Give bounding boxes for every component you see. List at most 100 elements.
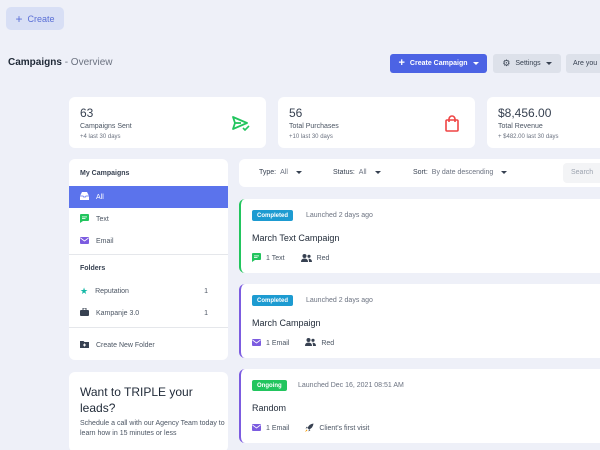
chevron-down-icon bbox=[295, 171, 302, 174]
campaign-channel-label: 1 Text bbox=[266, 255, 285, 262]
launch-time: Launched 2 days ago bbox=[306, 212, 373, 219]
rocket-icon bbox=[305, 423, 314, 434]
folder-item-kampanje[interactable]: Kampanje 3.0 1 bbox=[69, 302, 228, 324]
folders-heading: Folders bbox=[80, 265, 106, 272]
campaign-meta: 1 Email Red bbox=[252, 338, 334, 348]
stat-delta: +10 last 30 days bbox=[289, 134, 333, 140]
stat-label: Campaigns Sent bbox=[80, 123, 132, 130]
search-input[interactable]: Search bbox=[563, 163, 600, 183]
campaign-meta: 1 Text Red bbox=[252, 253, 329, 264]
folder-count: 1 bbox=[204, 309, 208, 317]
inbox-icon bbox=[80, 192, 89, 202]
stat-value: $8,456.00 bbox=[498, 106, 552, 120]
type-filter-value: All bbox=[280, 169, 288, 176]
sidebar-item-label: Text bbox=[96, 215, 109, 223]
stat-card-total-purchases: 56 Total Purchases +10 last 30 days bbox=[278, 97, 475, 148]
are-you-button[interactable]: Are you bbox=[566, 54, 600, 73]
create-button[interactable]: + Create bbox=[6, 7, 64, 30]
page-title-sub: - Overview bbox=[64, 57, 113, 68]
campaign-card[interactable]: Ongoing Launched Dec 16, 2021 08:51 AM R… bbox=[239, 369, 600, 443]
sort-filter-value: By date descending bbox=[431, 169, 494, 176]
chevron-down-icon bbox=[545, 62, 552, 65]
status-badge: Completed bbox=[252, 295, 294, 306]
campaign-audience: Red bbox=[305, 338, 334, 348]
stat-label: Total Purchases bbox=[289, 123, 339, 130]
campaign-name: March Text Campaign bbox=[252, 233, 340, 243]
filter-bar: Type: All Status: All Sort: By date desc… bbox=[239, 159, 600, 187]
status-filter-value: All bbox=[358, 169, 367, 176]
sidebar-item-label: Email bbox=[96, 237, 114, 245]
campaign-channel-label: 1 Email bbox=[266, 425, 290, 432]
stat-value: 63 bbox=[80, 106, 94, 120]
create-campaign-button[interactable]: + Create Campaign bbox=[390, 54, 487, 73]
campaign-audience-label: Red bbox=[316, 255, 330, 262]
promo-card[interactable]: Want to TRIPLE your leads? Schedule a ca… bbox=[69, 372, 228, 450]
folder-item-reputation[interactable]: ★ Reputation 1 bbox=[69, 280, 228, 302]
create-new-folder-label: Create New Folder bbox=[96, 341, 155, 349]
mail-icon bbox=[252, 424, 261, 433]
mail-icon bbox=[80, 236, 89, 246]
are-you-label: Are you bbox=[573, 60, 598, 67]
settings-button[interactable]: ⚙ Settings bbox=[493, 54, 561, 73]
stat-delta: + $482.00 last 30 days bbox=[498, 134, 559, 140]
campaign-card[interactable]: Completed Launched 2 days ago March Text… bbox=[239, 199, 600, 273]
campaign-name: Random bbox=[252, 403, 287, 413]
campaign-sidebar: My Campaigns All Text Email Folders ★ Re… bbox=[69, 159, 228, 360]
briefcase-icon bbox=[80, 307, 89, 318]
stat-card-campaigns-sent: 63 Campaigns Sent +4 last 30 days bbox=[69, 97, 266, 148]
sidebar-item-text[interactable]: Text bbox=[69, 208, 228, 230]
create-button-label: Create bbox=[27, 13, 55, 24]
chevron-down-icon bbox=[374, 171, 381, 174]
launch-time: Launched 2 days ago bbox=[306, 297, 373, 304]
status-filter[interactable]: Status: All bbox=[333, 169, 381, 176]
plus-icon: + bbox=[15, 11, 23, 26]
stat-card-total-revenue: $8,456.00 Total Revenue + $482.00 last 3… bbox=[487, 97, 600, 148]
folder-label: Kampanje 3.0 bbox=[96, 309, 140, 317]
users-icon bbox=[300, 253, 312, 264]
chat-icon bbox=[252, 253, 261, 264]
type-filter[interactable]: Type: All bbox=[259, 169, 302, 176]
star-icon: ★ bbox=[80, 285, 89, 296]
gear-icon: ⚙ bbox=[502, 58, 511, 68]
create-new-folder-button[interactable]: Create New Folder bbox=[69, 334, 228, 356]
sidebar-item-all[interactable]: All bbox=[69, 186, 228, 208]
campaign-audience-label: Red bbox=[321, 339, 335, 347]
folder-label: Reputation bbox=[95, 287, 129, 295]
campaign-audience: Client's first visit bbox=[305, 423, 369, 434]
sort-filter[interactable]: Sort: By date descending bbox=[413, 169, 508, 176]
launch-time: Launched Dec 16, 2021 08:51 AM bbox=[298, 382, 404, 389]
my-campaigns-heading: My Campaigns bbox=[80, 170, 130, 177]
chat-icon bbox=[80, 213, 89, 225]
page-title: Campaigns - Overview bbox=[8, 57, 112, 68]
promo-body: Schedule a call with our Agency Team tod… bbox=[80, 420, 225, 437]
campaign-channel: 1 Text bbox=[252, 253, 285, 264]
campaign-card[interactable]: Completed Launched 2 days ago March Camp… bbox=[239, 284, 600, 358]
campaign-audience-label: Client's first visit bbox=[319, 425, 370, 432]
plus-icon: + bbox=[398, 57, 405, 69]
divider bbox=[69, 254, 228, 255]
stat-delta: +4 last 30 days bbox=[80, 134, 121, 140]
mail-icon bbox=[252, 338, 261, 348]
status-badge: Ongoing bbox=[252, 380, 287, 391]
type-filter-label: Type: bbox=[259, 169, 277, 176]
folder-plus-icon bbox=[80, 340, 89, 350]
sidebar-item-email[interactable]: Email bbox=[69, 230, 228, 252]
chevron-down-icon bbox=[472, 62, 479, 65]
promo-headline: Want to TRIPLE your leads? bbox=[80, 385, 193, 415]
campaign-channel-label: 1 Email bbox=[266, 339, 290, 347]
sidebar-item-label: All bbox=[96, 193, 104, 201]
sort-filter-label: Sort: bbox=[413, 169, 428, 176]
stat-value: 56 bbox=[289, 106, 303, 120]
chevron-down-icon bbox=[501, 171, 508, 174]
status-filter-label: Status: bbox=[333, 169, 355, 176]
send-check-icon bbox=[232, 115, 250, 136]
campaign-audience: Red bbox=[300, 253, 330, 264]
stat-label: Total Revenue bbox=[498, 123, 543, 130]
page-title-main: Campaigns bbox=[8, 57, 62, 68]
status-badge: Completed bbox=[252, 210, 294, 221]
campaign-name: March Campaign bbox=[252, 318, 321, 328]
users-icon bbox=[305, 338, 317, 348]
campaign-channel: 1 Email bbox=[252, 338, 289, 348]
create-campaign-label: Create Campaign bbox=[409, 60, 468, 67]
divider bbox=[69, 327, 228, 328]
